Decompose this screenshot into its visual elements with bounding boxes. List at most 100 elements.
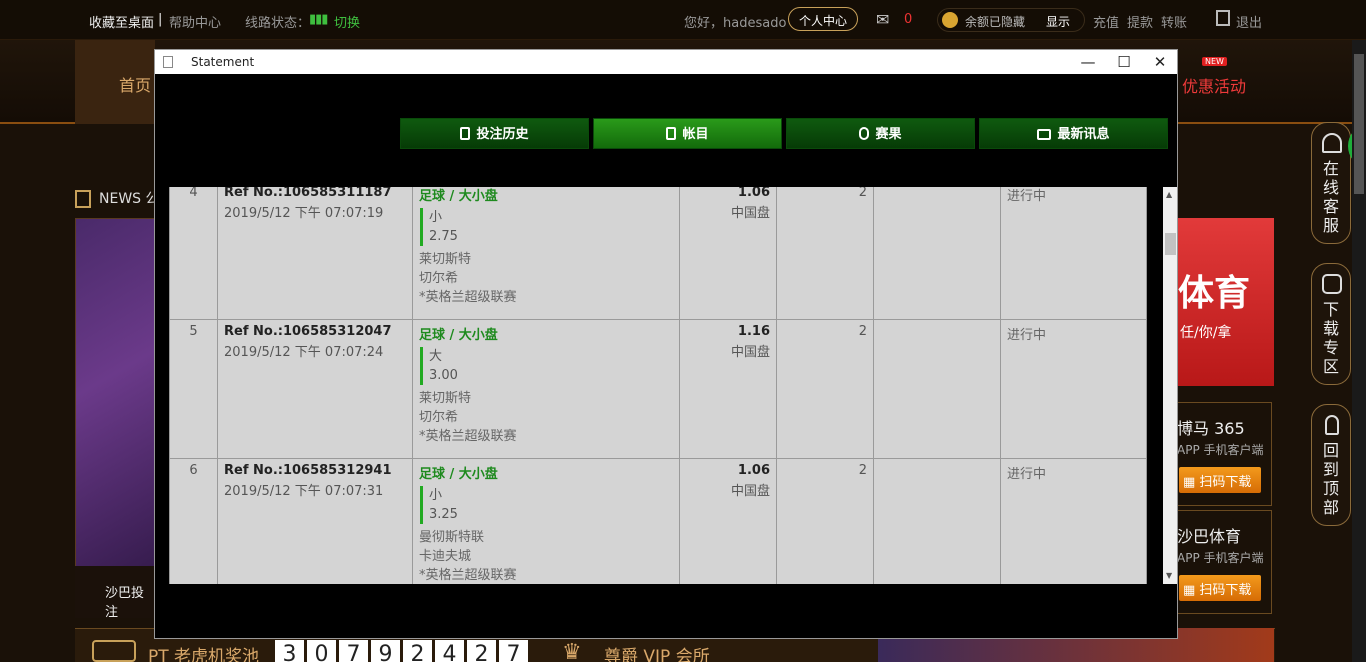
ref-number[interactable]: Ref No.:106585312941: [224, 463, 406, 478]
odds: 1.16: [737, 324, 770, 339]
tab-label: 最新讯息: [1057, 127, 1110, 142]
ref-number[interactable]: Ref No.:106585311187: [224, 187, 406, 200]
rocket-icon: [1325, 415, 1339, 435]
maximize-button[interactable]: ☐: [1106, 50, 1142, 74]
nav-home[interactable]: 首页: [75, 40, 155, 124]
mail-count: 0: [904, 12, 913, 27]
status: 进行中: [1000, 187, 1147, 320]
bet-pick: 大 3.00: [420, 347, 673, 385]
league: *英格兰超级联赛: [419, 290, 517, 305]
favorite-link[interactable]: 收藏至桌面: [89, 12, 154, 31]
side-top-label: 回到顶部: [1322, 441, 1339, 517]
selection-cell: 足球 / 大小盘 大 3.00 莱切斯特 切尔希 *英格兰超级联赛: [412, 319, 680, 459]
show-balance-button[interactable]: 显示: [1046, 13, 1070, 30]
odds-type: 中国盘: [730, 206, 770, 221]
sports-banner[interactable]: 体育 任/你/拿: [1176, 218, 1274, 386]
statement-window: Statement — ☐ ✕ 投注历史 帐目 赛果 最新讯息 4 Ref No…: [154, 49, 1178, 639]
away-team: 切尔希: [419, 410, 459, 425]
download-title: 博马 365: [1177, 419, 1245, 438]
statement-tabs: 投注历史 帐目 赛果 最新讯息: [400, 118, 1168, 149]
league: *英格兰超级联赛: [419, 568, 517, 583]
odds-type: 中国盘: [730, 484, 770, 499]
receipt-icon: [460, 127, 471, 140]
odds: 1.06: [737, 187, 770, 200]
odds-cell: 1.06 中国盘: [679, 187, 777, 320]
ref-number[interactable]: Ref No.:106585312047: [224, 324, 406, 339]
logout-link[interactable]: 退出: [1236, 12, 1262, 31]
jackpot-digit: 2: [467, 640, 496, 662]
statement-list[interactable]: 4 Ref No.:106585311187 2019/5/12 下午 07:0…: [169, 187, 1147, 584]
stake: 2: [776, 319, 874, 459]
sports-banner-title: 体育: [1178, 273, 1251, 314]
tab-label: 投注历史: [476, 127, 529, 142]
news-header: NEWS 公: [75, 188, 160, 208]
tab-bet-history[interactable]: 投注历史: [400, 118, 589, 149]
ref-cell: Ref No.:106585312047 2019/5/12 下午 07:07:…: [217, 319, 413, 459]
jackpot-digit: 4: [435, 640, 464, 662]
ledger-icon: [666, 127, 677, 140]
scroll-down-arrow-icon[interactable]: ▼: [1166, 571, 1172, 580]
row-number: 5: [169, 319, 218, 459]
jackpot-digit: 9: [371, 640, 400, 662]
tab-statement[interactable]: 帐目: [593, 118, 782, 149]
withdraw-link[interactable]: 提款: [1127, 12, 1153, 31]
status: 进行中: [1000, 319, 1147, 459]
bet-pick: 小 2.75: [420, 208, 673, 246]
tab-results[interactable]: 赛果: [786, 118, 975, 149]
away-team: 切尔希: [419, 271, 459, 286]
statement-table: 4 Ref No.:106585311187 2019/5/12 下午 07:0…: [169, 187, 1147, 584]
side-download-zone[interactable]: 下载专区: [1311, 263, 1351, 385]
jackpot-digit: 3: [275, 640, 304, 662]
close-button[interactable]: ✕: [1142, 50, 1178, 74]
home-team: 莱切斯特: [419, 391, 472, 406]
top-bar: 收藏至桌面 | 帮助中心 线路状态： ▮▮▮ 切换 您好，hadesado 个人…: [0, 0, 1366, 40]
profile-button[interactable]: 个人中心: [788, 7, 859, 31]
row-number: 6: [169, 458, 218, 584]
mail-icon[interactable]: ✉: [876, 10, 889, 29]
scan-download-button[interactable]: ▦ 扫码下载: [1179, 467, 1261, 493]
window-titlebar[interactable]: Statement — ☐ ✕: [155, 50, 1177, 74]
bet-date: 2019/5/12 下午 07:07:24: [224, 345, 384, 360]
envelope-icon: [1037, 129, 1052, 140]
window-title: Statement: [191, 55, 255, 69]
tab-latest-news[interactable]: 最新讯息: [979, 118, 1168, 149]
scroll-up-arrow-icon[interactable]: ▲: [1166, 190, 1172, 199]
odds-cell: 1.16 中国盘: [679, 319, 777, 459]
page-scrollbar[interactable]: [1352, 40, 1366, 662]
news-icon: [75, 190, 91, 208]
coin-icon: [942, 12, 958, 28]
side-back-to-top[interactable]: 回到顶部: [1311, 404, 1351, 526]
tab-label: 赛果: [875, 127, 902, 142]
transfer-link[interactable]: 转账: [1161, 12, 1187, 31]
download-subtitle: APP 手机客户端: [1177, 551, 1264, 565]
list-scrollbar-thumb[interactable]: [1165, 233, 1176, 255]
side-download-label: 下载专区: [1322, 300, 1339, 376]
side-online-service[interactable]: 在线客服: [1311, 122, 1351, 244]
trophy-icon: [859, 127, 870, 140]
jackpot-digit: 7: [339, 640, 368, 662]
help-link[interactable]: 帮助中心: [169, 12, 221, 31]
minimize-button[interactable]: —: [1070, 50, 1106, 74]
odds-cell: 1.06 中国盘: [679, 458, 777, 584]
tab-label: 帐目: [682, 127, 709, 142]
logout-icon[interactable]: [1216, 10, 1230, 26]
side-online-service-label: 在线客服: [1322, 159, 1339, 235]
route-status-label: 线路状态：: [245, 16, 311, 31]
selection-cell: 足球 / 大小盘 小 2.75 莱切斯特 切尔希 *英格兰超级联赛: [412, 187, 680, 320]
switch-link[interactable]: 切换: [334, 12, 360, 31]
table-row: 4 Ref No.:106585311187 2019/5/12 下午 07:0…: [169, 187, 1147, 320]
win-loss: [873, 319, 1001, 459]
page-scrollbar-thumb[interactable]: [1354, 54, 1364, 194]
jackpot-digit: 0: [307, 640, 336, 662]
list-scrollbar[interactable]: ▲ ▼: [1163, 187, 1177, 584]
league: *英格兰超级联赛: [419, 429, 517, 444]
nav-promotions[interactable]: 优惠活动: [1182, 73, 1246, 97]
deposit-link[interactable]: 充值: [1093, 12, 1119, 31]
ref-cell: Ref No.:106585311187 2019/5/12 下午 07:07:…: [217, 187, 413, 320]
left-banner[interactable]: [75, 218, 155, 618]
scan-download-button[interactable]: ▦ 扫码下载: [1179, 575, 1261, 601]
jackpot-digit: 2: [403, 640, 432, 662]
jackpot-counter: 3 0 7 9 2 4 2 7: [275, 640, 528, 662]
divider: |: [158, 12, 163, 27]
odds: 1.06: [737, 463, 770, 478]
